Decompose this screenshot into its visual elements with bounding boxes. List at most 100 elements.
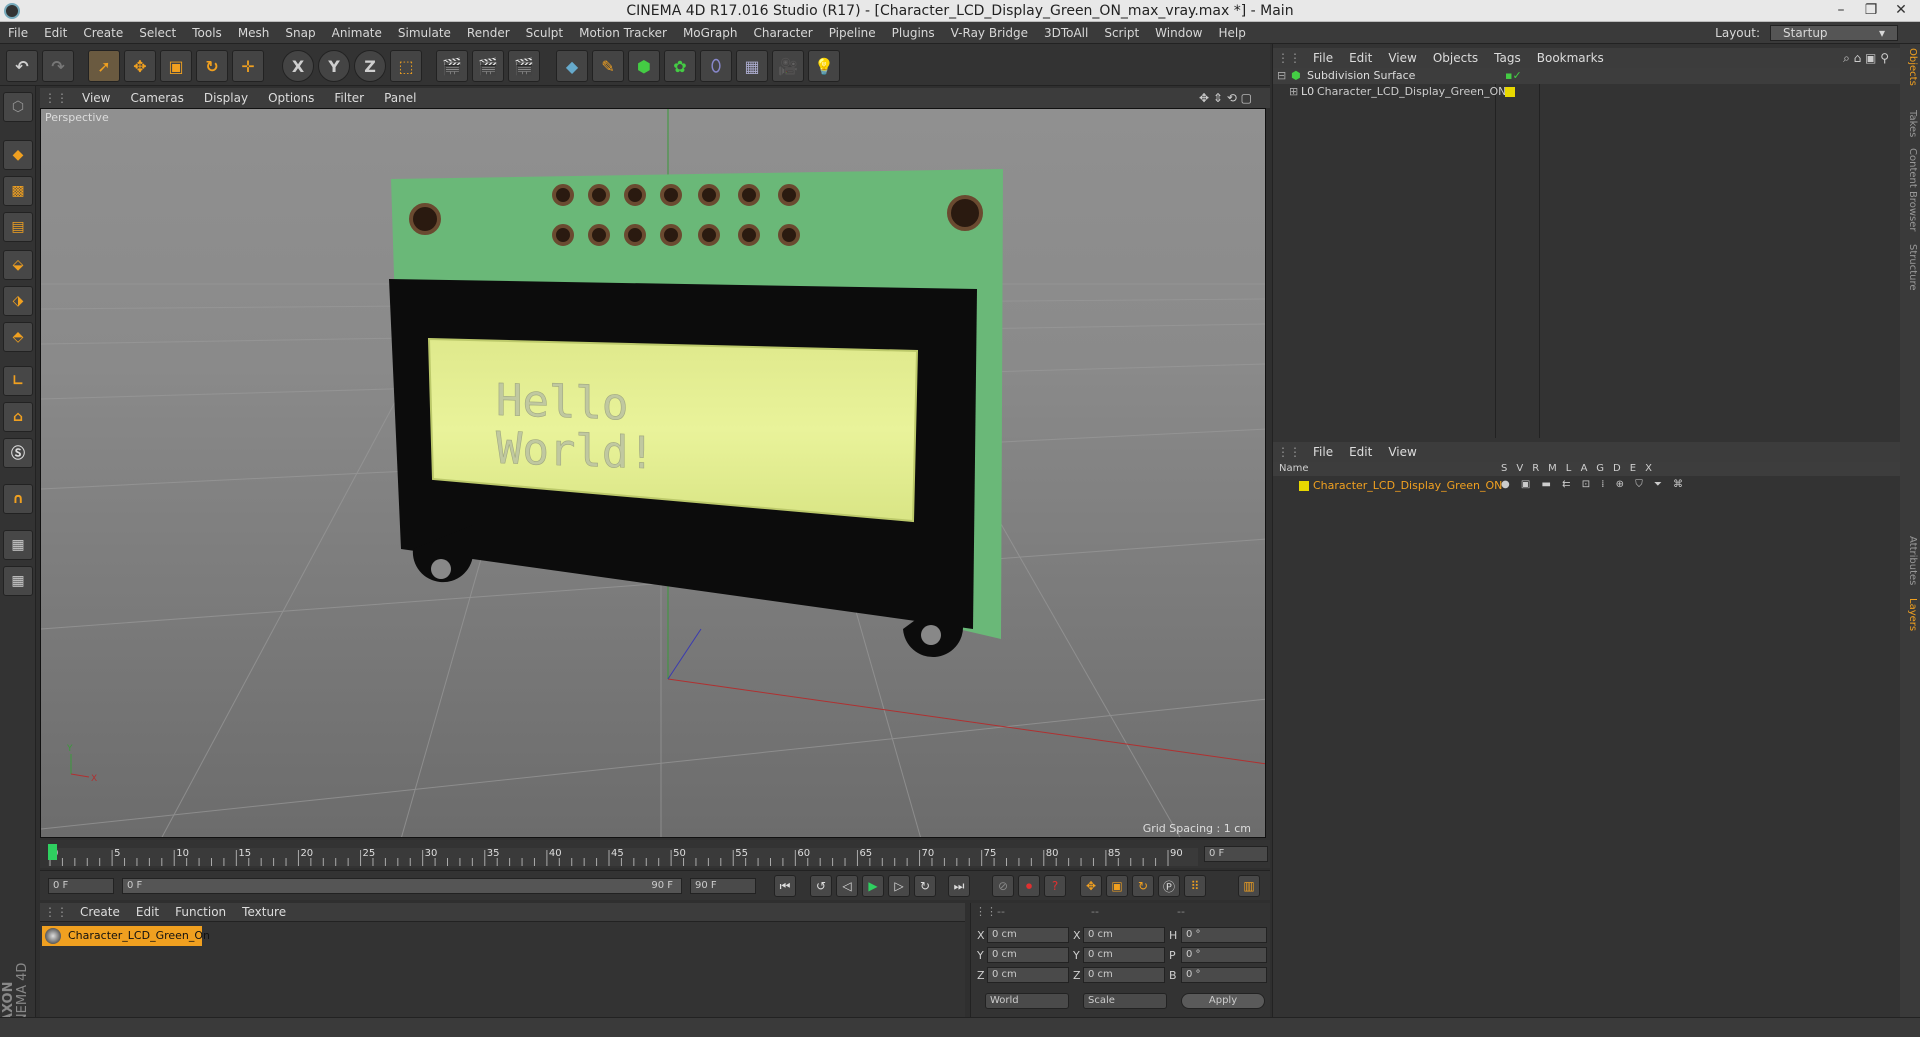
menu-3dtoall[interactable]: 3DToAll xyxy=(1036,26,1096,40)
menu-select[interactable]: Select xyxy=(131,26,184,40)
menu-render[interactable]: Render xyxy=(459,26,518,40)
play-button[interactable]: ▶ xyxy=(862,875,884,897)
vp-menu-filter[interactable]: Filter xyxy=(324,91,374,105)
frame-range-slider[interactable]: 0 F 90 F xyxy=(122,878,682,894)
layer-toggle-icons[interactable]: ● ▣ ▬ ⇇ ⊡ ⁞ ⊕ ⛉ ⏷ ⌘ xyxy=(1501,479,1687,490)
lock-workplane-button[interactable]: ▦ xyxy=(3,530,33,560)
mat-menu-create[interactable]: Create xyxy=(72,905,128,919)
end-frame-field[interactable]: 90 F xyxy=(690,878,756,894)
menu-plugins[interactable]: Plugins xyxy=(884,26,943,40)
tab-structure[interactable]: Structure xyxy=(1902,244,1918,291)
coordinate-system-button[interactable]: ⬚ xyxy=(390,50,422,82)
recent-tool-button[interactable]: ✛ xyxy=(232,50,264,82)
tab-attributes[interactable]: Attributes xyxy=(1902,536,1918,585)
undo-button[interactable]: ↶ xyxy=(6,50,38,82)
mograph-cloner-button[interactable]: ✿ xyxy=(664,50,696,82)
om-menu-bookmarks[interactable]: Bookmarks xyxy=(1529,51,1612,65)
tweak-mode-button[interactable]: ⌂ xyxy=(3,402,33,432)
z-axis-button[interactable]: Z xyxy=(354,50,386,82)
visibility-check-icon[interactable]: ▪✓ xyxy=(1505,69,1522,82)
rot-p-field[interactable]: 0 ° xyxy=(1181,947,1267,963)
redo-button[interactable]: ↷ xyxy=(42,50,74,82)
cube-button[interactable]: ◆ xyxy=(556,50,588,82)
size-x-field[interactable]: 0 cm xyxy=(1083,927,1165,943)
pos-z-field[interactable]: 0 cm xyxy=(987,967,1069,983)
lm-menu-file[interactable]: File xyxy=(1305,445,1341,459)
size-y-field[interactable]: 0 cm xyxy=(1083,947,1165,963)
prev-frame-button[interactable]: ◁ xyxy=(836,875,858,897)
size-z-field[interactable]: 0 cm xyxy=(1083,967,1165,983)
apply-button[interactable]: Apply xyxy=(1181,993,1265,1009)
render-settings-button[interactable]: 🎬 xyxy=(508,50,540,82)
vp-menu-options[interactable]: Options xyxy=(258,91,324,105)
mat-menu-function[interactable]: Function xyxy=(167,905,234,919)
pos-y-field[interactable]: 0 cm xyxy=(987,947,1069,963)
om-search-home-icons[interactable]: ⌕ ⌂ ▣ ⚲ xyxy=(1835,51,1897,66)
coordinate-system-select[interactable]: World xyxy=(985,993,1069,1009)
go-to-start-button[interactable]: ⏮ xyxy=(774,875,796,897)
menu-script[interactable]: Script xyxy=(1096,26,1147,40)
render-view-button[interactable]: 🎬 xyxy=(436,50,468,82)
render-picture-viewer-button[interactable]: 🎬 xyxy=(472,50,504,82)
menu-motion-tracker[interactable]: Motion Tracker xyxy=(571,26,675,40)
pen-spline-button[interactable]: ✎ xyxy=(592,50,624,82)
current-frame-field[interactable]: 0 F xyxy=(1204,846,1268,862)
move-button[interactable]: ✥ xyxy=(124,50,156,82)
restore-button[interactable]: ❐ xyxy=(1856,0,1886,22)
lm-menu-view[interactable]: View xyxy=(1380,445,1424,459)
workplane-mode-button[interactable]: ▤ xyxy=(3,212,33,242)
menu-window[interactable]: Window xyxy=(1147,26,1210,40)
menu-mograph[interactable]: MoGraph xyxy=(675,26,746,40)
timeline-window-button[interactable]: ▥ xyxy=(1238,875,1260,897)
menu-help[interactable]: Help xyxy=(1210,26,1253,40)
keyframe-selection-button[interactable]: ? xyxy=(1044,875,1066,897)
vp-menu-display[interactable]: Display xyxy=(194,91,258,105)
playhead-marker[interactable] xyxy=(48,844,57,860)
key-position-button[interactable]: ✥ xyxy=(1080,875,1102,897)
rot-b-field[interactable]: 0 ° xyxy=(1181,967,1267,983)
mat-menu-texture[interactable]: Texture xyxy=(234,905,294,919)
key-scale-button[interactable]: ▣ xyxy=(1106,875,1128,897)
make-editable-button[interactable]: ⬡ xyxy=(3,92,33,122)
vp-menu-view[interactable]: View xyxy=(72,91,120,105)
tab-content-browser[interactable]: Content Browser xyxy=(1902,148,1918,231)
tab-layers[interactable]: Layers xyxy=(1902,598,1918,631)
layout-select[interactable]: Startup ▾ xyxy=(1770,25,1898,41)
axis-mode-button[interactable]: ∟ xyxy=(3,366,33,396)
menu-sculpt[interactable]: Sculpt xyxy=(518,26,571,40)
menu-animate[interactable]: Animate xyxy=(324,26,390,40)
vp-menu-panel[interactable]: Panel xyxy=(374,91,426,105)
light-button[interactable]: 💡 xyxy=(808,50,840,82)
layer-color-icon[interactable] xyxy=(1505,87,1515,97)
om-menu-edit[interactable]: Edit xyxy=(1341,51,1380,65)
live-selection-button[interactable]: ➚ xyxy=(88,50,120,82)
rotate-button[interactable]: ↻ xyxy=(196,50,228,82)
points-mode-button[interactable]: ⬙ xyxy=(3,250,33,280)
mat-menu-edit[interactable]: Edit xyxy=(128,905,167,919)
material-item[interactable]: Character_LCD_Green_On xyxy=(42,926,210,946)
om-menu-objects[interactable]: Objects xyxy=(1425,51,1486,65)
x-axis-button[interactable]: X xyxy=(282,50,314,82)
timeline-ruler[interactable]: 051015202530354045505560657075808590 0 F xyxy=(40,840,1270,868)
size-mode-select[interactable]: Scale xyxy=(1083,993,1167,1009)
floor-button[interactable]: ▦ xyxy=(736,50,768,82)
texture-mode-button[interactable]: ▩ xyxy=(3,176,33,206)
menu-edit[interactable]: Edit xyxy=(36,26,75,40)
tab-takes[interactable]: Takes xyxy=(1902,110,1918,137)
lm-menu-edit[interactable]: Edit xyxy=(1341,445,1380,459)
key-rotation-button[interactable]: ↻ xyxy=(1132,875,1154,897)
camera-button[interactable]: 🎥 xyxy=(772,50,804,82)
close-button[interactable]: ✕ xyxy=(1886,0,1916,22)
minimize-button[interactable]: – xyxy=(1826,0,1856,22)
om-menu-file[interactable]: File xyxy=(1305,51,1341,65)
subdivision-button[interactable]: ⬢ xyxy=(628,50,660,82)
menu-simulate[interactable]: Simulate xyxy=(390,26,459,40)
deformer-button[interactable]: ⬯ xyxy=(700,50,732,82)
go-to-end-button[interactable]: ⏭ xyxy=(948,875,970,897)
prev-key-button[interactable]: ↺ xyxy=(810,875,832,897)
y-axis-button[interactable]: Y xyxy=(318,50,350,82)
menu-pipeline[interactable]: Pipeline xyxy=(821,26,884,40)
om-menu-view[interactable]: View xyxy=(1380,51,1424,65)
viewport-nav-icons[interactable]: ✥ ⇕ ⟲ ▢ xyxy=(1189,91,1262,105)
pos-x-field[interactable]: 0 cm xyxy=(987,927,1069,943)
